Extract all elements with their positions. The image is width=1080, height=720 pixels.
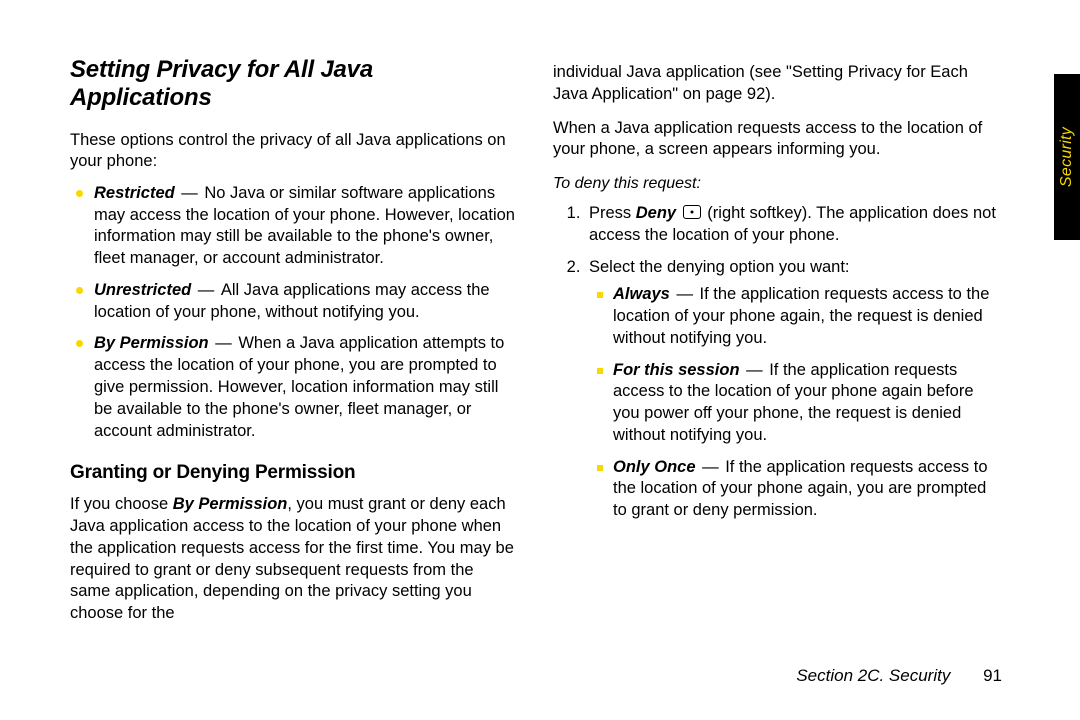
- body-paragraph: If you choose By Permission, you must gr…: [70, 494, 517, 625]
- document-page: Security Setting Privacy for All Java Ap…: [0, 0, 1080, 720]
- text-run: Press: [589, 204, 636, 222]
- option-term: Always: [613, 285, 670, 303]
- left-column: Setting Privacy for All Java Application…: [70, 56, 517, 637]
- step-item: Press Deny (right softkey). The applicat…: [585, 203, 1000, 247]
- em-dash: —: [696, 458, 726, 476]
- em-dash: —: [740, 361, 770, 379]
- option-term: For this session: [613, 361, 740, 379]
- option-term: Unrestricted: [94, 281, 191, 299]
- em-dash: —: [175, 184, 205, 202]
- steps-list: Press Deny (right softkey). The applicat…: [553, 203, 1000, 522]
- step-item: Select the denying option you want: Alwa…: [585, 257, 1000, 522]
- instruction-heading: To deny this request:: [553, 175, 1000, 193]
- list-item: By Permission — When a Java application …: [70, 333, 517, 442]
- em-dash: —: [191, 281, 221, 299]
- option-term: Only Once: [613, 458, 696, 476]
- list-item: Only Once — If the application requests …: [593, 457, 1000, 522]
- inline-term: By Permission: [173, 495, 288, 513]
- sub-options-list: Always — If the application requests acc…: [593, 284, 1000, 522]
- privacy-options-list: Restricted — No Java or similar software…: [70, 183, 517, 442]
- continuation-paragraph: individual Java application (see "Settin…: [553, 62, 1000, 106]
- two-column-layout: Setting Privacy for All Java Application…: [70, 56, 1000, 637]
- list-item: Restricted — No Java or similar software…: [70, 183, 517, 270]
- option-term: By Permission: [94, 334, 209, 352]
- em-dash: —: [209, 334, 239, 352]
- option-term: Restricted: [94, 184, 175, 202]
- right-column: individual Java application (see "Settin…: [553, 56, 1000, 637]
- text-run: Select the denying option you want:: [589, 258, 850, 276]
- list-item: Always — If the application requests acc…: [593, 284, 1000, 349]
- page-number: 91: [983, 666, 1002, 685]
- subheading: Granting or Denying Permission: [70, 462, 517, 484]
- intro-paragraph: These options control the privacy of all…: [70, 130, 517, 173]
- softkey-label: Deny: [636, 204, 676, 222]
- page-title: Setting Privacy for All Java Application…: [70, 56, 517, 112]
- section-tab: Security: [1054, 74, 1080, 240]
- text-run: If you choose: [70, 495, 173, 513]
- page-footer: Section 2C. Security 91: [796, 666, 1002, 686]
- footer-section: Section 2C. Security: [796, 666, 950, 685]
- softkey-icon: [683, 205, 701, 219]
- text-run: , you must grant or deny each Java appli…: [70, 495, 514, 622]
- em-dash: —: [670, 285, 700, 303]
- body-paragraph: When a Java application requests access …: [553, 118, 1000, 162]
- list-item: Unrestricted — All Java applications may…: [70, 280, 517, 324]
- section-tab-label: Security: [1058, 127, 1076, 187]
- list-item: For this session — If the application re…: [593, 360, 1000, 447]
